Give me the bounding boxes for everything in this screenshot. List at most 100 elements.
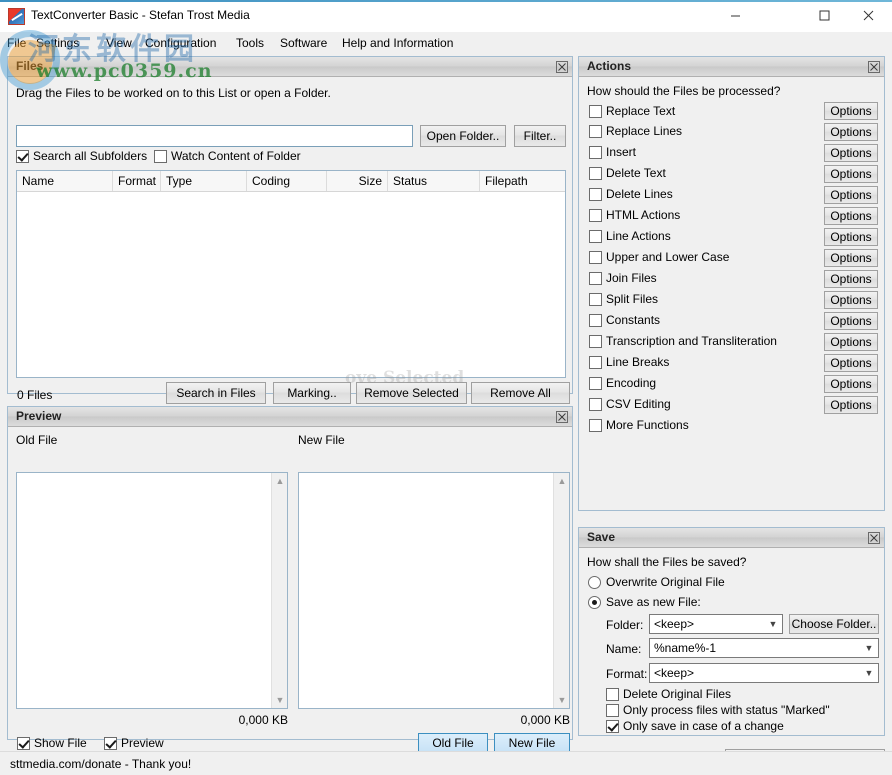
close-icon[interactable]	[867, 531, 880, 544]
watch-content-of-folder-checkbox[interactable]: Watch Content of Folder	[154, 149, 301, 163]
options-button-insert[interactable]: Options	[824, 144, 878, 162]
options-button-constants[interactable]: Options	[824, 312, 878, 330]
action-csv-editing-checkbox[interactable]: CSV Editing	[589, 397, 671, 411]
action-upper-lower-case-checkbox[interactable]: Upper and Lower Case	[589, 250, 729, 264]
action-transcription-checkbox[interactable]: Transcription and Transliteration	[589, 334, 777, 348]
action-encoding-checkbox[interactable]: Encoding	[589, 376, 656, 390]
options-button-transcription[interactable]: Options	[824, 333, 878, 351]
preview-panel-body: Old File New File ▲ ▼ ▲ ▼ 0,000 KB 0,000…	[8, 427, 572, 753]
checkbox-label: Watch Content of Folder	[171, 149, 301, 163]
new-file-size: 0,000 KB	[520, 713, 570, 727]
preview-checkbox[interactable]: Preview	[104, 736, 164, 750]
checkbox-box	[589, 355, 602, 369]
close-icon[interactable]	[555, 410, 568, 423]
menu-configuration[interactable]: Configuration	[140, 35, 221, 52]
options-button-line-breaks[interactable]: Options	[824, 354, 878, 372]
column-header-status[interactable]: Status	[388, 171, 480, 191]
remove-selected-button[interactable]: Remove Selected	[356, 382, 467, 404]
old-file-preview[interactable]: ▲ ▼	[16, 472, 288, 709]
menu-software[interactable]: Software	[275, 35, 332, 52]
status-text: sttmedia.com/donate - Thank you!	[10, 757, 192, 771]
action-delete-text-checkbox[interactable]: Delete Text	[589, 166, 666, 180]
column-header-type[interactable]: Type	[161, 171, 247, 191]
name-field-label: Name:	[606, 642, 642, 656]
action-html-actions-checkbox[interactable]: HTML Actions	[589, 208, 680, 222]
show-file-checkbox[interactable]: Show File	[17, 736, 87, 750]
action-label: HTML Actions	[606, 208, 681, 222]
close-button[interactable]	[846, 0, 891, 31]
file-list[interactable]: Name Format Type Coding Size Status File…	[16, 170, 566, 378]
close-icon[interactable]	[555, 60, 568, 73]
action-constants-checkbox[interactable]: Constants	[589, 313, 660, 327]
scroll-down-icon[interactable]: ▼	[554, 692, 570, 708]
column-header-filepath[interactable]: Filepath	[480, 171, 565, 191]
search-all-subfolders-checkbox[interactable]: Search all Subfolders	[16, 149, 147, 163]
marking-button[interactable]: Marking..	[273, 382, 351, 404]
choose-folder-button[interactable]: Choose Folder..	[789, 614, 879, 634]
action-line-actions-checkbox[interactable]: Line Actions	[589, 229, 671, 243]
folder-path-input[interactable]	[16, 125, 413, 147]
options-button-join-files[interactable]: Options	[824, 270, 878, 288]
window-title: TextConverter Basic - Stefan Trost Media	[31, 8, 250, 22]
overwrite-original-radio[interactable]: Overwrite Original File	[588, 575, 725, 589]
old-file-scrollbar[interactable]: ▲ ▼	[271, 473, 287, 708]
only-process-marked-checkbox[interactable]: Only process files with status "Marked"	[606, 703, 830, 717]
menu-view[interactable]: View	[101, 35, 137, 52]
options-button-replace-text[interactable]: Options	[824, 102, 878, 120]
only-save-on-change-checkbox[interactable]: Only save in case of a change	[606, 719, 784, 733]
radio-box	[588, 575, 601, 589]
action-insert-checkbox[interactable]: Insert	[589, 145, 636, 159]
menu-help[interactable]: Help and Information	[337, 35, 458, 52]
save-as-new-radio[interactable]: Save as new File:	[588, 595, 701, 609]
options-label: Options	[830, 146, 872, 160]
options-button-html-actions[interactable]: Options	[824, 207, 878, 225]
maximize-button[interactable]	[802, 0, 847, 31]
action-delete-lines-checkbox[interactable]: Delete Lines	[589, 187, 673, 201]
action-line-breaks-checkbox[interactable]: Line Breaks	[589, 355, 669, 369]
folder-select[interactable]: <keep> ▼	[649, 614, 783, 634]
new-file-button[interactable]: New File	[494, 733, 570, 753]
menu-settings[interactable]: Settings	[31, 35, 84, 52]
close-icon[interactable]	[867, 60, 880, 73]
new-file-scrollbar[interactable]: ▲ ▼	[553, 473, 569, 708]
options-button-encoding[interactable]: Options	[824, 375, 878, 393]
format-select[interactable]: <keep> ▼	[649, 663, 879, 683]
actions-panel: Actions How should the Files be processe…	[578, 56, 885, 511]
open-folder-button[interactable]: Open Folder..	[420, 125, 506, 147]
files-panel-header: Files	[8, 57, 572, 77]
options-button-replace-lines[interactable]: Options	[824, 123, 878, 141]
column-header-coding[interactable]: Coding	[247, 171, 327, 191]
column-header-name[interactable]: Name	[17, 171, 113, 191]
scroll-up-icon[interactable]: ▲	[272, 473, 288, 489]
delete-original-files-checkbox[interactable]: Delete Original Files	[606, 687, 731, 701]
action-more-functions-checkbox[interactable]: More Functions	[589, 418, 689, 432]
action-join-files-checkbox[interactable]: Join Files	[589, 271, 657, 285]
action-label: Replace Text	[606, 104, 676, 118]
action-label: Join Files	[606, 271, 657, 285]
options-button-upper-lower-case[interactable]: Options	[824, 249, 878, 267]
scroll-up-icon[interactable]: ▲	[554, 473, 570, 489]
options-button-delete-text[interactable]: Options	[824, 165, 878, 183]
new-file-preview[interactable]: ▲ ▼	[298, 472, 570, 709]
files-panel-body: Drag the Files to be worked on to this L…	[8, 77, 572, 404]
options-label: Options	[830, 272, 872, 286]
action-replace-lines-checkbox[interactable]: Replace Lines	[589, 124, 682, 138]
scroll-down-icon[interactable]: ▼	[272, 692, 288, 708]
action-replace-text-checkbox[interactable]: Replace Text	[589, 104, 675, 118]
column-header-size[interactable]: Size	[327, 171, 388, 191]
options-button-csv-editing[interactable]: Options	[824, 396, 878, 414]
filter-button[interactable]: Filter..	[514, 125, 566, 147]
options-button-delete-lines[interactable]: Options	[824, 186, 878, 204]
search-in-files-button[interactable]: Search in Files	[166, 382, 266, 404]
action-split-files-checkbox[interactable]: Split Files	[589, 292, 658, 306]
menu-file[interactable]: File	[2, 35, 31, 52]
column-header-format[interactable]: Format	[113, 171, 161, 191]
minimize-button[interactable]	[713, 0, 758, 31]
name-select[interactable]: %name%-1 ▼	[649, 638, 879, 658]
actions-question-label: How should the Files be processed?	[587, 84, 781, 98]
menu-tools[interactable]: Tools	[231, 35, 269, 52]
options-button-line-actions[interactable]: Options	[824, 228, 878, 246]
options-button-split-files[interactable]: Options	[824, 291, 878, 309]
remove-all-button[interactable]: Remove All	[471, 382, 570, 404]
old-file-button[interactable]: Old File	[418, 733, 488, 753]
